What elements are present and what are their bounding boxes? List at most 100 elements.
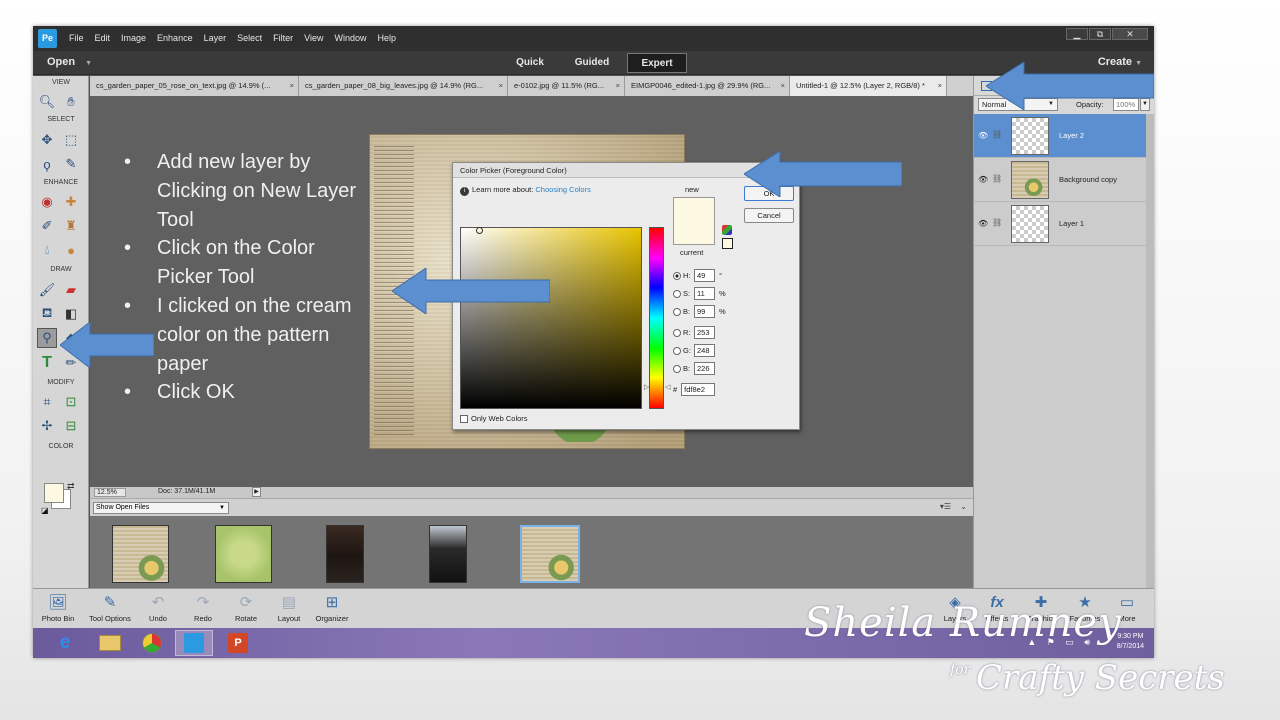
photoshop-elements-taskbar-button[interactable] <box>175 630 213 656</box>
saturation-radio[interactable] <box>673 289 681 298</box>
play-icon[interactable]: ▶ <box>252 487 261 497</box>
green-radio[interactable] <box>673 346 681 355</box>
sponge-icon[interactable]: ● <box>61 240 81 260</box>
tool-options-button[interactable]: ✎ Tool Options <box>85 592 135 623</box>
color-selector-ring[interactable] <box>476 227 483 234</box>
blue-radio[interactable] <box>673 364 681 373</box>
eye-icon[interactable]: 👁︎ <box>978 219 988 228</box>
collapse-bin-icon[interactable]: ⌄ <box>960 502 967 511</box>
eraser-icon[interactable]: ▰ <box>61 280 81 300</box>
slider-handle-left-icon[interactable]: ▷ <box>644 383 649 391</box>
smart-brush-icon[interactable]: ✐ <box>37 216 57 236</box>
menu-file[interactable]: File <box>69 33 84 43</box>
hue-field[interactable]: 49 <box>694 269 715 282</box>
swap-colors-icon[interactable]: ⇄ <box>67 481 75 492</box>
layer-row[interactable]: 👁︎ ⛓︎ Background copy <box>974 158 1146 202</box>
close-icon[interactable]: × <box>290 76 294 96</box>
link-icon[interactable]: ⛓︎ <box>992 174 1002 183</box>
maximize-button[interactable]: ⧉ <box>1089 28 1111 40</box>
menu-edit[interactable]: Edit <box>95 33 111 43</box>
brightness-field[interactable]: 99 <box>694 305 715 318</box>
straighten-icon[interactable]: ⊟ <box>61 416 81 436</box>
crop-icon[interactable]: ⌗ <box>37 392 57 412</box>
close-icon[interactable]: × <box>616 76 620 96</box>
show-open-files-select[interactable]: Show Open Files ▼ <box>93 502 229 514</box>
type-icon[interactable]: T <box>37 353 57 373</box>
menu-help[interactable]: Help <box>377 33 396 43</box>
recompose-icon[interactable]: ⊡ <box>61 392 81 412</box>
menu-filter[interactable]: Filter <box>273 33 293 43</box>
out-of-gamut-icon[interactable] <box>722 225 732 235</box>
eye-icon[interactable]: 👁︎ <box>978 131 988 140</box>
thumbnail-big-leaves[interactable] <box>215 525 272 583</box>
red-field[interactable]: 253 <box>694 326 715 339</box>
quick-selection-icon[interactable]: ✎ <box>61 154 81 174</box>
thumbnail-eimgp0046[interactable] <box>429 525 467 583</box>
choosing-colors-link[interactable]: Choosing Colors <box>535 185 590 194</box>
saturation-field[interactable]: 11 <box>694 287 715 300</box>
rotate-button[interactable]: ⟳ Rotate <box>231 592 261 623</box>
blur-icon[interactable]: 💧︎ <box>37 240 57 260</box>
current-color-preview[interactable] <box>673 221 715 245</box>
move-icon[interactable]: ✥ <box>37 130 57 150</box>
powerpoint-button[interactable]: P <box>219 630 257 656</box>
redo-button[interactable]: ↷ Redo <box>188 592 218 623</box>
photo-bin-button[interactable]: 🖼︎ Photo Bin <box>38 592 78 623</box>
mode-quick[interactable]: Quick <box>505 53 555 73</box>
menu-select[interactable]: Select <box>237 33 262 43</box>
blue-field[interactable]: 226 <box>694 362 715 375</box>
cancel-button[interactable]: Cancel <box>744 208 794 223</box>
brush-icon[interactable]: 🖌︎ <box>37 280 57 300</box>
menu-image[interactable]: Image <box>121 33 146 43</box>
spot-healing-icon[interactable]: ✚ <box>61 192 81 212</box>
bin-menu-icon[interactable]: ▾☰ <box>940 502 951 511</box>
thumbnail-e-0102[interactable] <box>326 525 364 583</box>
menu-window[interactable]: Window <box>334 33 366 43</box>
eyedropper-icon[interactable]: ⚲ <box>37 328 57 348</box>
menu-enhance[interactable]: Enhance <box>157 33 193 43</box>
close-icon[interactable]: × <box>499 76 503 96</box>
hex-field[interactable]: fdf8e2 <box>681 383 716 396</box>
layer-row[interactable]: 👁︎ ⛓︎ Layer 1 <box>974 202 1146 246</box>
chrome-button[interactable] <box>133 630 171 656</box>
close-icon[interactable]: × <box>938 76 942 96</box>
web-safe-swatch[interactable] <box>722 238 733 249</box>
open-button[interactable]: Open ▼ <box>47 56 92 68</box>
tab-doc-5[interactable]: Untitled-1 @ 12.5% (Layer 2, RGB/8) * × <box>790 76 947 96</box>
gradient-icon[interactable]: ◧ <box>61 304 81 324</box>
lasso-icon[interactable]: ϙ <box>37 154 57 174</box>
internet-explorer-icon[interactable]: e <box>53 631 77 655</box>
tab-doc-3[interactable]: e-0102.jpg @ 11.5% (RG... × <box>508 76 625 96</box>
foreground-color-swatch[interactable] <box>44 483 64 503</box>
content-aware-move-icon[interactable]: ✢ <box>37 416 57 436</box>
mode-expert[interactable]: Expert <box>627 53 687 73</box>
only-web-colors[interactable]: Only Web Colors <box>460 414 528 423</box>
undo-button[interactable]: ↶ Undo <box>143 592 173 623</box>
tab-doc-2[interactable]: cs_garden_paper_08_big_leaves.jpg @ 14.9… <box>299 76 508 96</box>
thumbnail-untitled-1[interactable] <box>520 525 580 583</box>
green-field[interactable]: 248 <box>694 344 715 357</box>
hue-slider[interactable] <box>649 227 664 409</box>
paint-bucket-icon[interactable]: ⛾ <box>37 304 57 324</box>
organizer-button[interactable]: ⊞ Organizer <box>312 592 352 623</box>
saturation-brightness-field[interactable] <box>460 227 642 409</box>
zoom-field[interactable]: 12.5% <box>94 488 126 497</box>
red-eye-icon[interactable]: ◉ <box>37 192 57 212</box>
default-colors-icon[interactable]: ◪ <box>41 506 49 515</box>
menu-layer[interactable]: Layer <box>204 33 227 43</box>
link-icon[interactable]: ⛓︎ <box>992 130 1002 139</box>
thumbnail-rose-on-text[interactable] <box>112 525 169 583</box>
zoom-icon[interactable]: 🔍︎ <box>37 92 57 112</box>
tab-doc-1[interactable]: cs_garden_paper_05_rose_on_text.jpg @ 14… <box>90 76 299 96</box>
close-window-button[interactable]: ✕ <box>1112 28 1148 40</box>
tab-doc-4[interactable]: EIMGP0046_edited-1.jpg @ 29.9% (RG... × <box>625 76 790 96</box>
layout-button[interactable]: ▤ Layout <box>274 592 304 623</box>
layers-scrollbar[interactable] <box>1146 114 1154 588</box>
only-web-colors-checkbox[interactable] <box>460 414 468 423</box>
marquee-icon[interactable]: ⬚ <box>61 130 81 150</box>
hue-radio[interactable] <box>673 271 681 280</box>
hand-icon[interactable]: ✋︎ <box>61 92 81 112</box>
menu-view[interactable]: View <box>304 33 323 43</box>
brightness-radio[interactable] <box>673 307 681 316</box>
close-icon[interactable]: × <box>781 76 785 96</box>
